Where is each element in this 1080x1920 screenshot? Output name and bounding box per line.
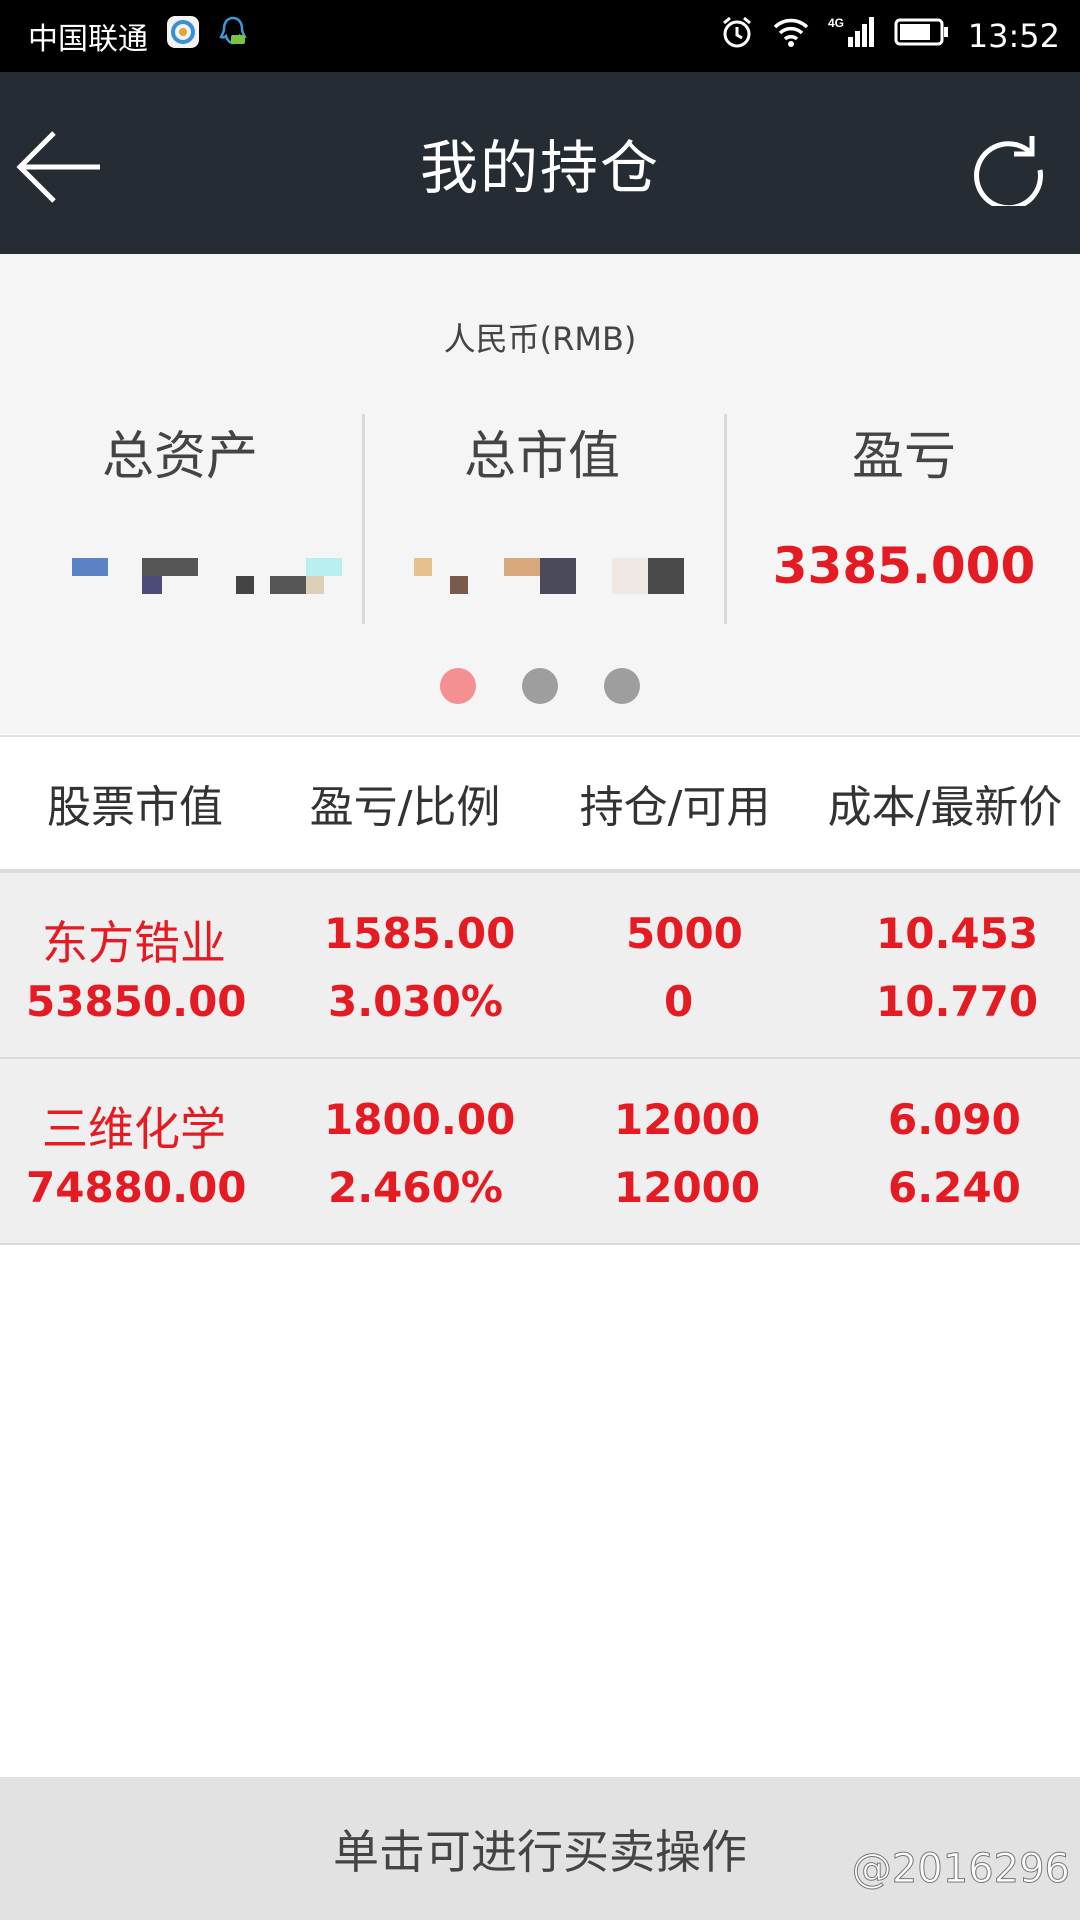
refresh-icon — [974, 136, 1043, 211]
signal-icon: 4G — [828, 15, 876, 57]
browser-app-icon — [166, 15, 200, 57]
back-button[interactable] — [14, 127, 104, 207]
stock-name: 三维化学 — [42, 1102, 226, 1156]
stock-position: 12000 — [614, 1095, 761, 1144]
stock-cost: 10.453 — [876, 909, 1039, 958]
page-dot-active — [440, 668, 476, 704]
status-bar: 中国联通 4G 13:52 — [0, 0, 1080, 72]
currency-label: 人民币(RMB) — [443, 320, 637, 358]
carrier-name: 中国联通 — [28, 22, 148, 57]
page-dot — [604, 668, 640, 704]
stock-available: 12000 — [614, 1163, 761, 1212]
total-assets-label: 总资产 — [101, 427, 258, 487]
stock-available: 0 — [664, 977, 694, 1026]
qq-notification-icon — [218, 15, 248, 57]
stock-pnl: 1800.00 — [324, 1095, 516, 1144]
pnl-label: 盈亏 — [851, 427, 956, 487]
stock-name: 东方锆业 — [42, 916, 226, 970]
column-header-cost-price: 成本/最新价 — [827, 782, 1063, 833]
stock-cost: 6.090 — [888, 1095, 1021, 1144]
battery-icon — [894, 17, 950, 55]
trade-action-bar[interactable]: 单击可进行买卖操作 @2016296 — [0, 1777, 1080, 1920]
stock-latest-price: 6.240 — [888, 1163, 1021, 1212]
table-row[interactable]: 三维化学 74880.00 1800.00 2.460% 12000 12000… — [0, 1059, 1080, 1245]
watermark: @2016296 — [851, 1846, 1070, 1893]
page-indicator — [0, 668, 1080, 704]
clock: 13:52 — [967, 17, 1060, 55]
stock-latest-price: 10.770 — [876, 977, 1039, 1026]
total-assets-column: 总资产 — [0, 414, 360, 489]
wifi-icon — [772, 17, 810, 55]
alarm-icon — [720, 15, 754, 57]
total-market-value-column: 总市值 — [362, 414, 722, 489]
trade-hint-text: 单击可进行买卖操作 — [333, 1824, 747, 1879]
stock-pnl: 1585.00 — [324, 909, 516, 958]
pnl-column: 盈亏 3385.000 — [724, 414, 1080, 595]
svg-text:4G: 4G — [828, 16, 844, 30]
stock-position: 5000 — [626, 909, 743, 958]
column-header-market-value: 股票市值 — [47, 782, 223, 833]
refresh-button[interactable] — [970, 130, 1046, 211]
stock-market-value: 74880.00 — [26, 1163, 247, 1212]
total-market-value-label: 总市值 — [463, 427, 620, 487]
stock-pnl-ratio: 2.460% — [328, 1163, 503, 1212]
stock-market-value: 53850.00 — [26, 977, 247, 1026]
stock-pnl-ratio: 3.030% — [328, 977, 503, 1026]
page-title: 我的持仓 — [419, 134, 660, 202]
page-dot — [522, 668, 558, 704]
table-row[interactable]: 东方锆业 53850.00 1585.00 3.030% 5000 0 10.4… — [0, 873, 1080, 1059]
title-bar: 我的持仓 — [0, 72, 1080, 254]
column-header-pnl-ratio: 盈亏/比例 — [309, 782, 501, 833]
holdings-table-header: 股票市值 盈亏/比例 持仓/可用 成本/最新价 — [0, 735, 1080, 875]
pnl-value: 3385.000 — [772, 537, 1036, 595]
assets-summary-panel[interactable]: 人民币(RMB) 总资产 总市值 盈亏 3385.000 — [0, 254, 1080, 734]
column-header-position: 持仓/可用 — [579, 782, 771, 833]
back-arrow-icon — [16, 131, 100, 203]
